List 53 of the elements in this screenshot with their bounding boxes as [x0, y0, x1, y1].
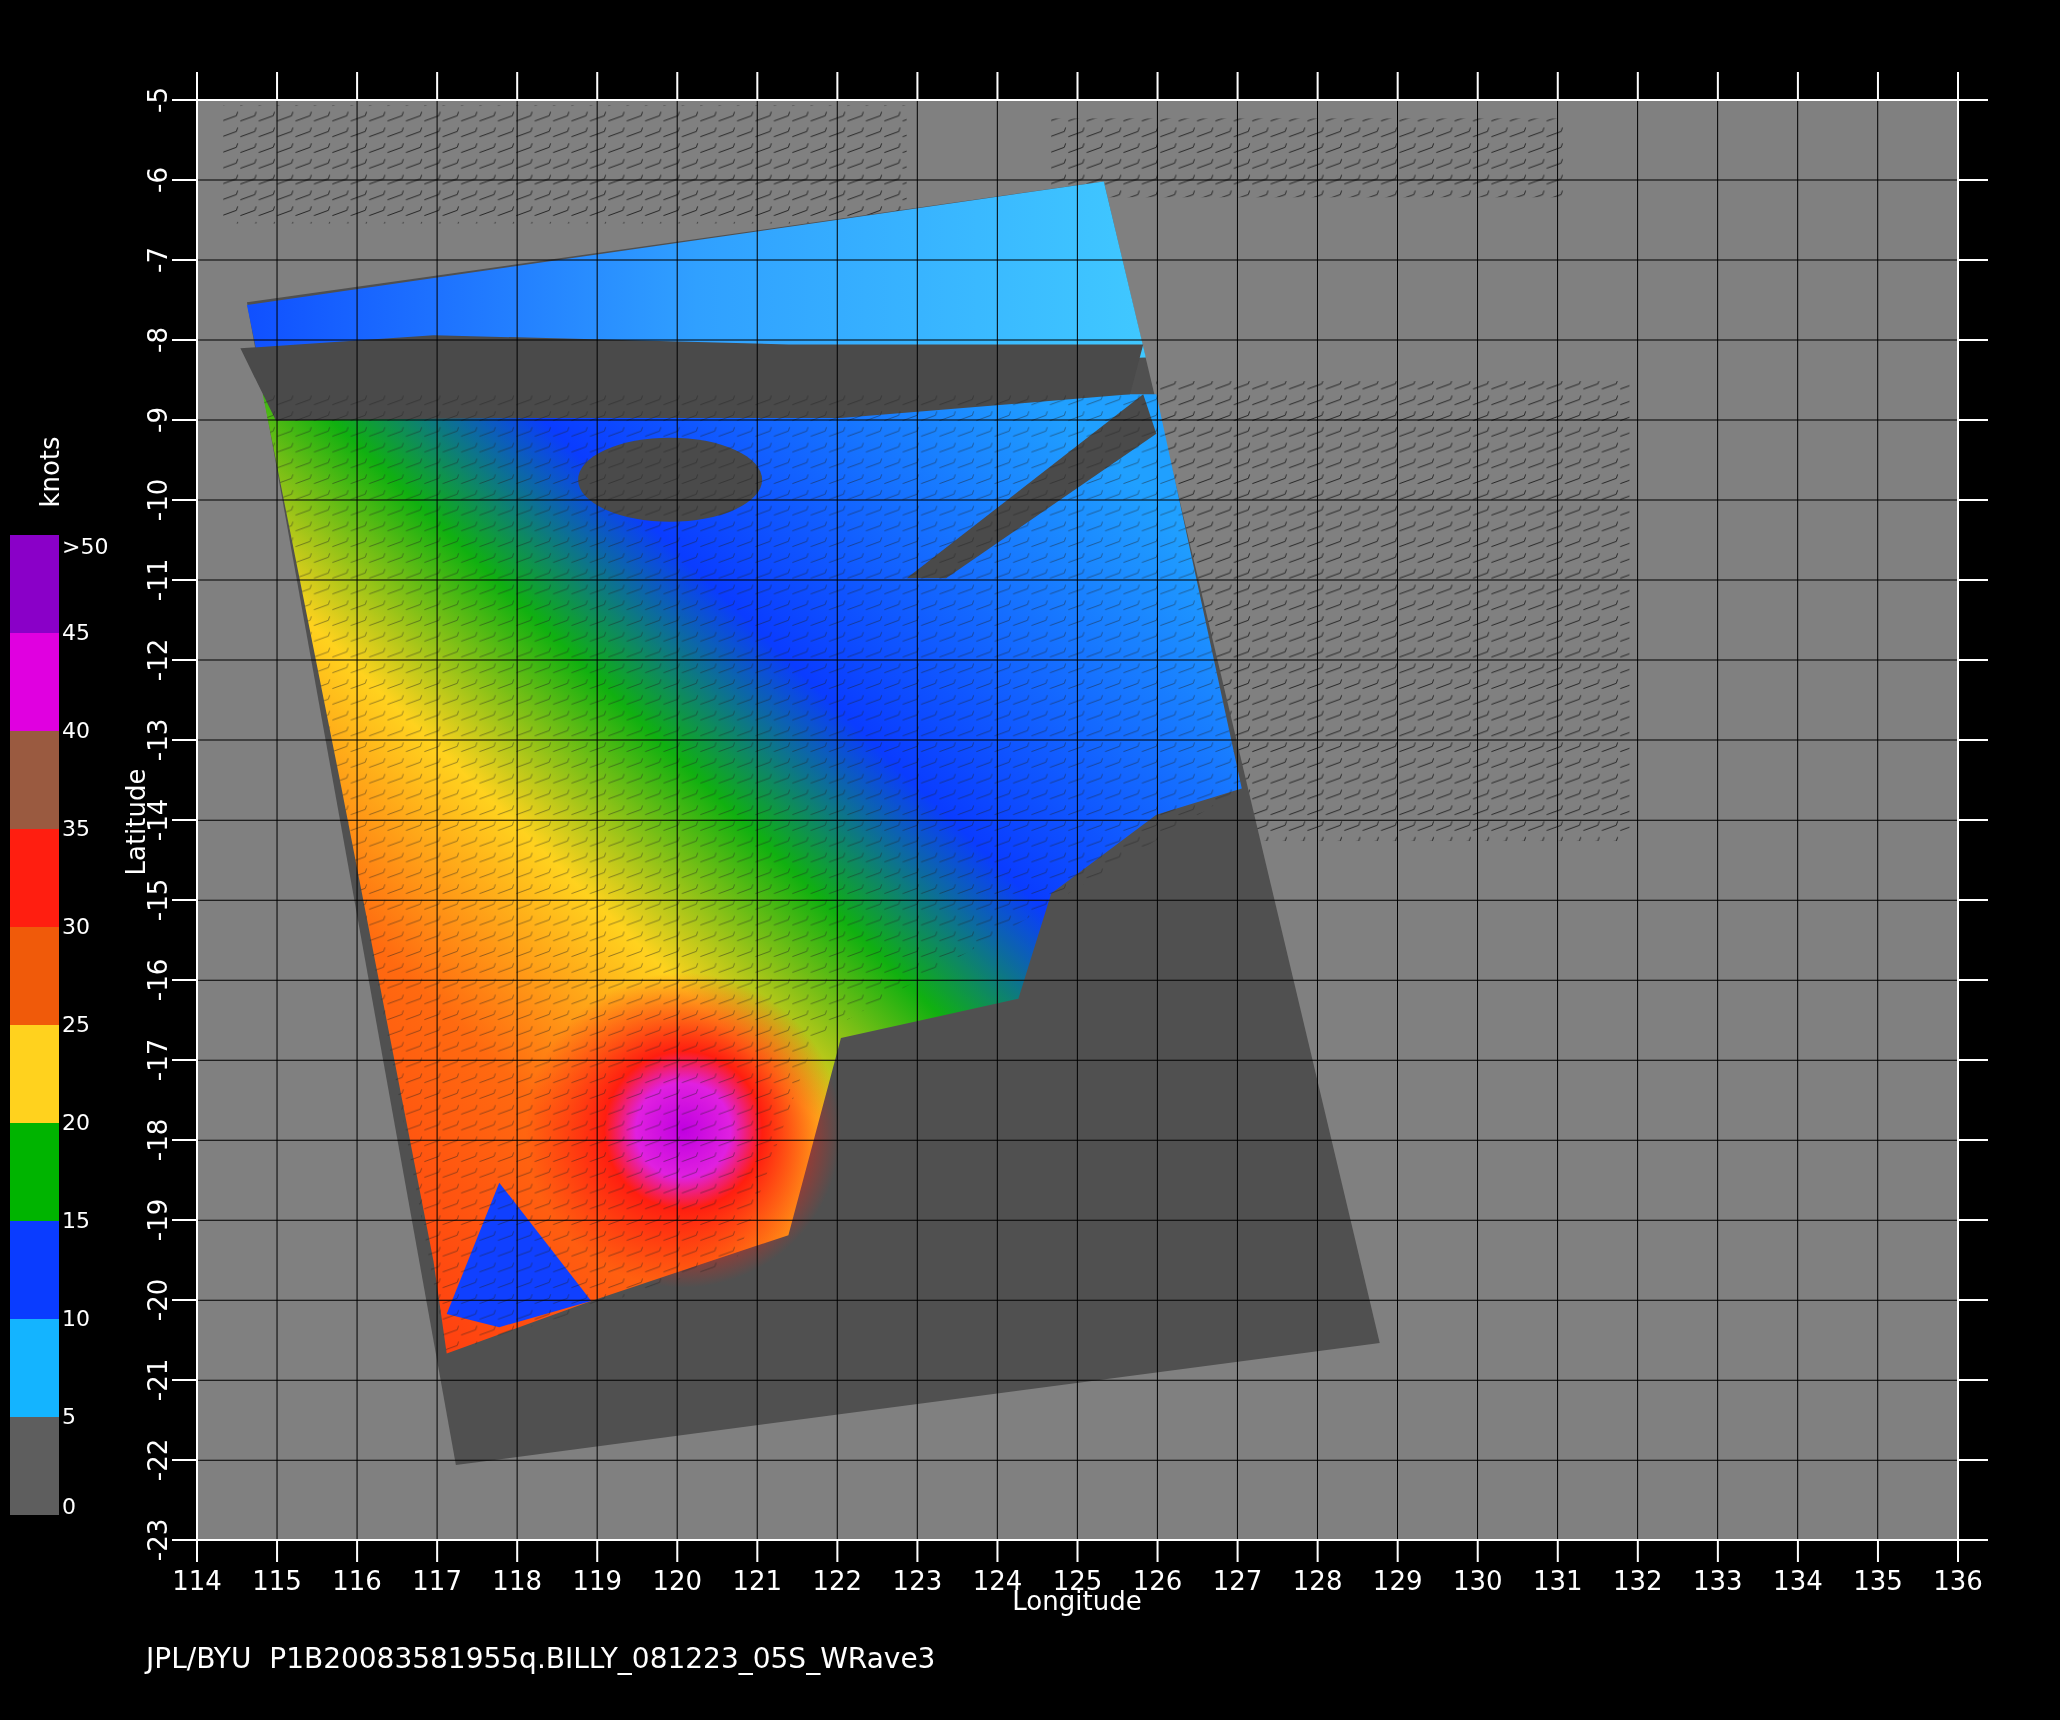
- colorbar-label: >50: [62, 536, 109, 558]
- longitude-tick-label: 115: [252, 1568, 302, 1594]
- longitude-tick-label: 129: [1372, 1568, 1423, 1594]
- colorbar-label: 30: [62, 916, 90, 938]
- longitude-tick-label: 119: [572, 1568, 623, 1594]
- longitude-tick-label: 114: [172, 1568, 222, 1594]
- longitude-tick-label: 132: [1613, 1568, 1663, 1594]
- latitude-tick-label: -9: [145, 407, 171, 433]
- longitude-tick-label: 120: [652, 1568, 703, 1594]
- latitude-tick-label: -20: [145, 1278, 171, 1322]
- colorbar-label: 0: [62, 1496, 76, 1518]
- longitude-tick-label: 121: [732, 1568, 783, 1594]
- latitude-tick-label: -17: [145, 1038, 171, 1082]
- longitude-tick-label: 127: [1212, 1568, 1263, 1594]
- longitude-tick-label: 116: [332, 1568, 382, 1594]
- latitude-tick-label: -23: [145, 1518, 171, 1562]
- latitude-tick-label: -7: [145, 247, 171, 273]
- latitude-tick-label: -22: [145, 1438, 171, 1482]
- longitude-tick-label: 136: [1933, 1568, 1983, 1594]
- longitude-tick-label: 122: [812, 1568, 863, 1594]
- latitude-tick-label: -14: [145, 798, 171, 842]
- latitude-tick-label: -21: [145, 1358, 171, 1402]
- longitude-tick-label: 130: [1452, 1568, 1503, 1594]
- colorbar-label: 15: [62, 1210, 90, 1232]
- longitude-tick-label: 126: [1132, 1568, 1183, 1594]
- longitude-tick-label: 117: [412, 1568, 462, 1594]
- latitude-tick-label: -13: [145, 718, 171, 762]
- caption: JPL/BYU P1B20083581955q.BILLY_081223_05S_WRave3: [146, 1645, 936, 1673]
- latitude-tick-label: -6: [145, 167, 171, 193]
- longitude-tick-label: 133: [1693, 1568, 1743, 1594]
- latitude-tick-label: -16: [145, 958, 171, 1002]
- longitude-tick-label: 134: [1773, 1568, 1823, 1594]
- longitude-tick-label: 123: [892, 1568, 943, 1594]
- colorbar-unit: knots: [37, 436, 63, 508]
- longitude-tick-label: 135: [1853, 1568, 1903, 1594]
- colorbar-label: 40: [62, 720, 90, 742]
- longitude-tick-label: 118: [492, 1568, 542, 1594]
- latitude-tick-label: -11: [145, 558, 171, 602]
- latitude-tick-label: -18: [145, 1118, 171, 1162]
- colorbar-label: 25: [62, 1014, 90, 1036]
- latitude-tick-label: -19: [145, 1198, 171, 1242]
- latitude-tick-label: -5: [145, 87, 171, 113]
- latitude-tick-label: -8: [145, 327, 171, 353]
- colorbar-label: 20: [62, 1112, 90, 1134]
- longitude-tick-label: 128: [1292, 1568, 1343, 1594]
- latitude-tick-label: -12: [145, 638, 171, 682]
- colorbar-label: 45: [62, 622, 90, 644]
- latitude-tick-label: -10: [145, 478, 171, 522]
- colorbar-label: 35: [62, 818, 90, 840]
- longitude-tick-label: 131: [1532, 1568, 1583, 1594]
- colorbar-label: 10: [62, 1308, 90, 1330]
- colorbar-label: 5: [62, 1406, 76, 1428]
- latitude-tick-label: -15: [145, 878, 171, 922]
